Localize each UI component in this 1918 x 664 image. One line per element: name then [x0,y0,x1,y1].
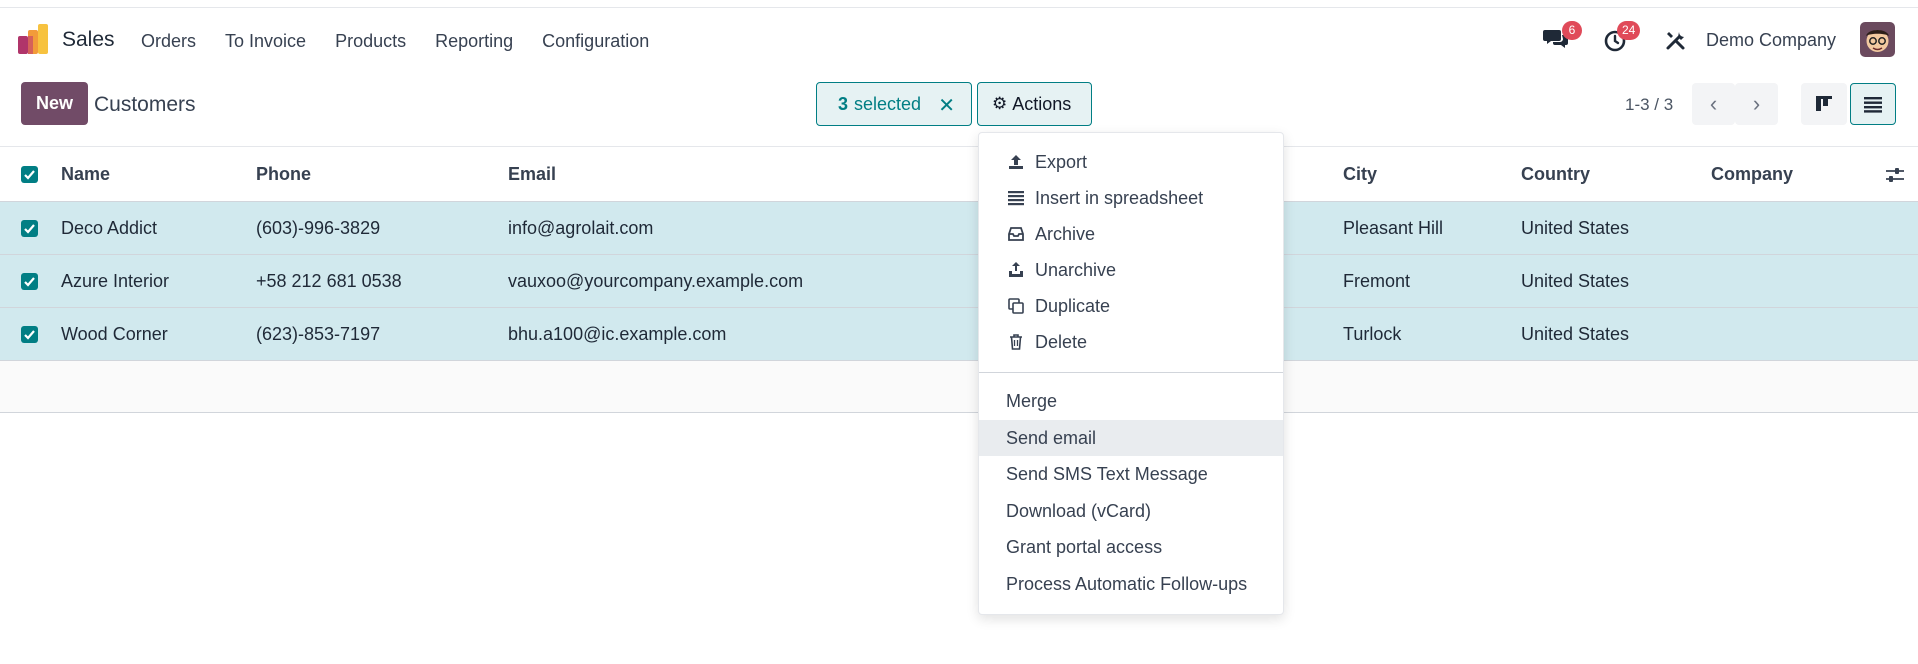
list-icon [1864,97,1882,113]
chevron-right-icon: › [1752,91,1761,116]
pager-value[interactable]: 1-3 / 3 [1625,95,1673,115]
cell-country: United States [1521,217,1630,238]
cell-name: Deco Addict [61,217,158,238]
actions-button[interactable]: ⚙ Actions [977,82,1092,126]
table-row[interactable]: Wood Corner (623)-853-7197 bhu.a100@ic.e… [0,308,1918,361]
kanban-view-button[interactable] [1801,83,1847,125]
action-grant-portal-access[interactable]: Grant portal access [979,529,1283,565]
list-icon [1008,191,1024,206]
cell-name: Wood Corner [61,323,168,344]
column-header-city[interactable]: City [1343,148,1377,201]
nav-item-products[interactable]: Products [335,31,406,52]
app-name[interactable]: Sales [62,28,115,52]
checkmark-icon [24,277,35,287]
cell-email: info@agrolait.com [508,217,654,238]
pager-next-button[interactable]: › [1735,83,1778,125]
row-checkbox[interactable] [21,326,38,343]
cell-city: Fremont [1343,270,1411,291]
upload-icon [1009,155,1023,169]
optional-columns-sliders-icon[interactable] [1884,164,1906,186]
actions-label: Actions [1012,93,1072,114]
company-switcher[interactable]: Demo Company [1706,30,1836,51]
action-send-sms[interactable]: Send SMS Text Message [979,456,1283,492]
column-header-phone[interactable]: Phone [256,148,311,201]
new-button[interactable]: New [21,82,88,125]
cell-email: bhu.a100@ic.example.com [508,323,727,344]
kanban-icon [1816,96,1832,111]
chevron-left-icon: ‹ [1709,91,1718,116]
checkmark-icon [24,170,35,180]
table-header-row: Name Phone Email City Country Company [0,148,1918,202]
cell-email: vauxoo@yourcompany.example.com [508,270,804,291]
action-process-follow-ups[interactable]: Process Automatic Follow-ups [979,566,1283,602]
copy-icon [1008,298,1024,314]
activities-button[interactable]: 24 [1603,21,1641,53]
cell-country: United States [1521,323,1630,344]
selected-count: 3 [838,93,849,114]
action-merge[interactable]: Merge [979,383,1283,419]
customers-table: Name Phone Email City Country Company De… [0,148,1918,413]
action-insert-in-spreadsheet[interactable]: Insert in spreadsheet [979,180,1283,216]
messages-button[interactable]: 6 [1543,21,1582,53]
pager-previous-button[interactable]: ‹ [1692,83,1735,125]
cell-phone: (603)-996-3829 [256,217,381,238]
control-panel: New Customers 3 selected ✕ ⚙ Actions 1-3… [0,71,1918,147]
action-duplicate[interactable]: Duplicate [979,288,1283,324]
selection-indicator: 3 selected ✕ [816,82,972,126]
action-archive[interactable]: Archive [979,216,1283,252]
checkmark-icon [24,224,35,234]
menu-divider [979,372,1283,373]
action-unarchive[interactable]: Unarchive [979,252,1283,288]
nav-item-to-invoice[interactable]: To Invoice [225,31,306,52]
nav-menu: Orders To Invoice Products Reporting Con… [141,31,678,52]
user-avatar[interactable] [1860,22,1895,57]
inbox-icon [1008,227,1024,241]
nav-item-reporting[interactable]: Reporting [435,31,513,52]
unarchive-icon [1009,262,1023,277]
top-border [0,0,1918,8]
cell-phone: (623)-853-7197 [256,323,381,344]
action-download-vcard[interactable]: Download (vCard) [979,493,1283,529]
cell-city: Turlock [1343,323,1402,344]
select-all-checkbox[interactable] [21,166,38,183]
selected-label: selected [854,93,922,114]
table-empty-row [0,361,1918,413]
cell-city: Pleasant Hill [1343,217,1444,238]
activities-badge: 24 [1617,21,1641,40]
action-delete[interactable]: Delete [979,324,1283,360]
row-checkbox[interactable] [21,273,38,290]
actions-dropdown-menu: Export Insert in spreadsheet Archive Una… [978,132,1284,615]
avatar-icon [1860,22,1895,57]
list-view-button[interactable] [1850,83,1896,125]
action-send-email[interactable]: Send email [979,420,1283,456]
sales-app-logo-icon[interactable] [18,24,49,54]
table-row[interactable]: Azure Interior +58 212 681 0538 vauxoo@y… [0,255,1918,308]
cell-country: United States [1521,270,1630,291]
action-export[interactable]: Export [979,144,1283,180]
trash-icon [1010,334,1022,350]
column-header-country[interactable]: Country [1521,148,1590,201]
gear-icon: ⚙ [992,94,1008,113]
nav-item-orders[interactable]: Orders [141,31,196,52]
column-header-name[interactable]: Name [61,148,110,201]
tools-icon [1666,32,1685,50]
column-header-email[interactable]: Email [508,148,556,201]
column-header-company[interactable]: Company [1711,148,1793,201]
unselect-all-close-icon[interactable]: ✕ [938,93,955,118]
nav-item-configuration[interactable]: Configuration [542,31,649,52]
cell-name: Azure Interior [61,270,170,291]
row-checkbox[interactable] [21,220,38,237]
checkmark-icon [24,330,35,340]
messages-badge: 6 [1562,21,1582,40]
debug-tools-button[interactable] [1665,29,1693,55]
page-title[interactable]: Customers [94,93,196,117]
navbar: Sales Orders To Invoice Products Reporti… [0,9,1918,71]
table-row[interactable]: Deco Addict (603)-996-3829 info@agrolait… [0,202,1918,255]
cell-phone: +58 212 681 0538 [256,270,402,291]
